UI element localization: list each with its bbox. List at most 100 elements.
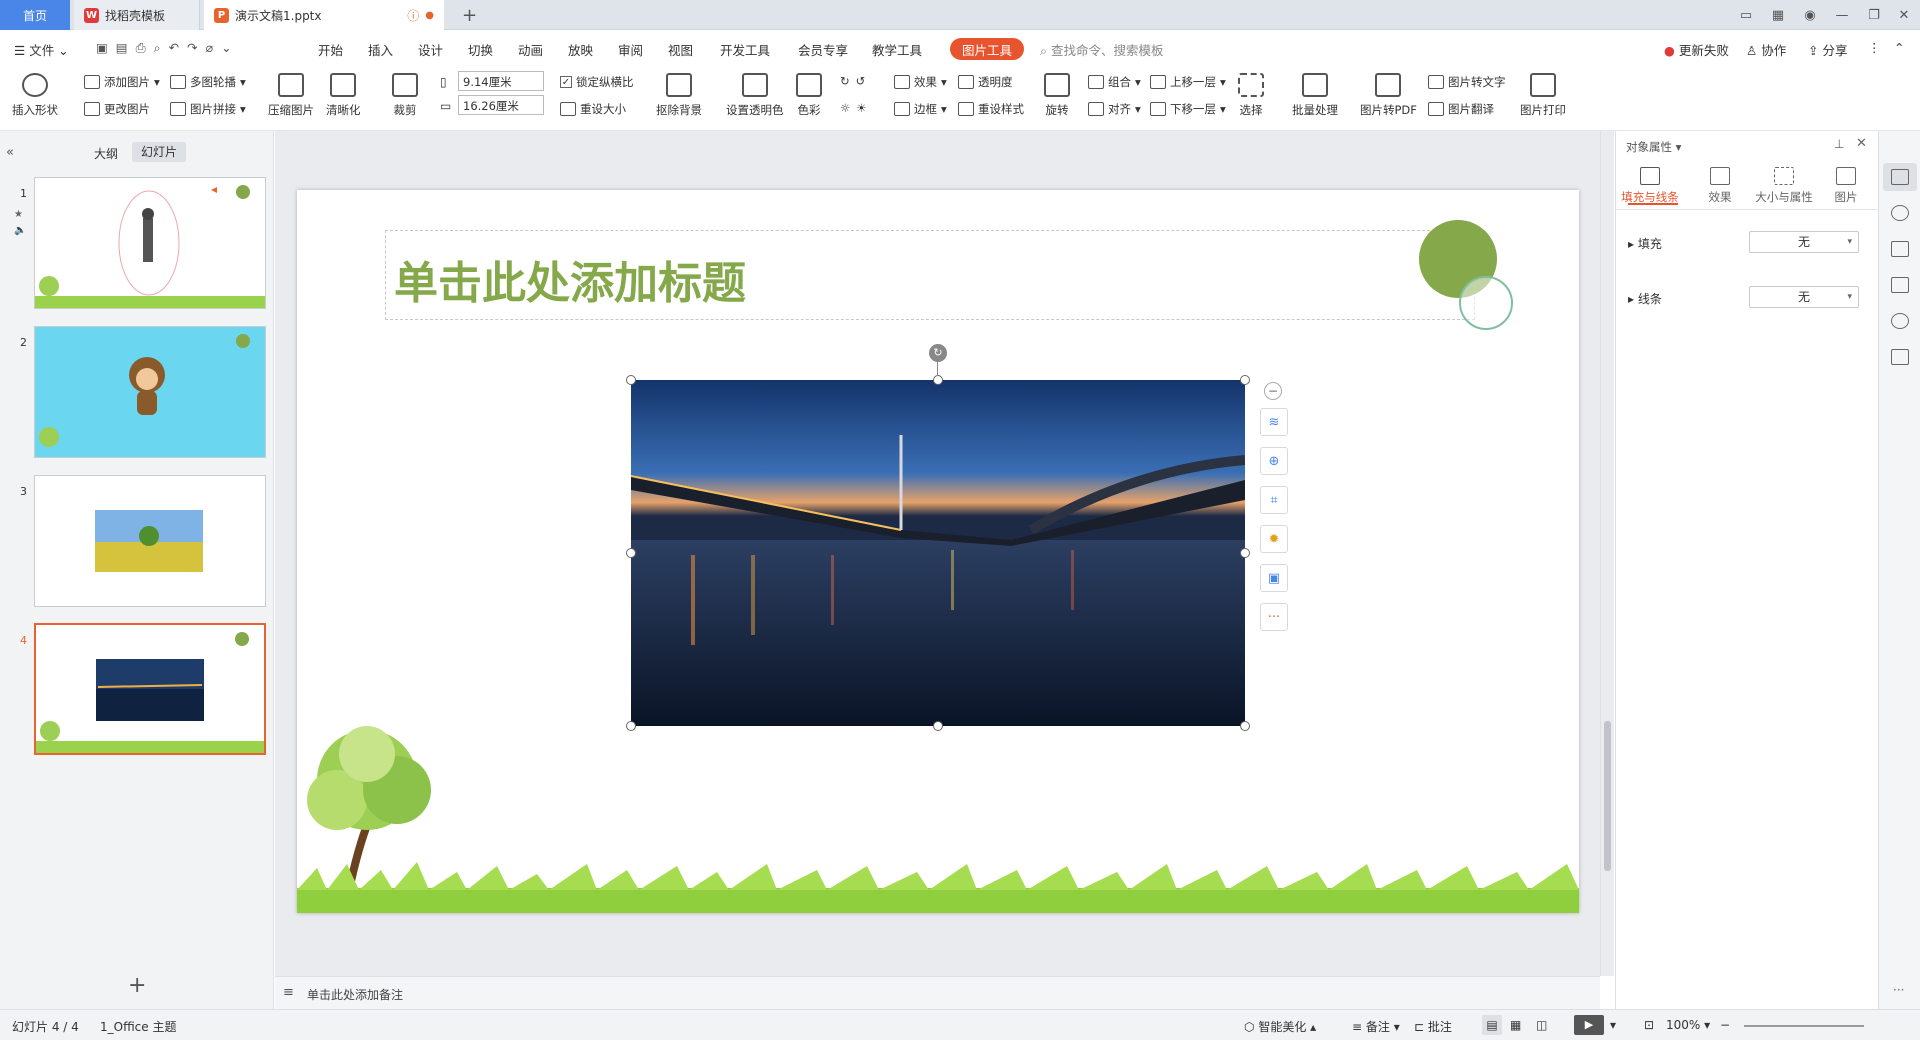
set-transparent-button[interactable]: 设置透明色 — [726, 73, 784, 118]
slide-thumbnail-2[interactable] — [34, 326, 266, 458]
fill-section-toggle[interactable]: ▸ 填充 — [1628, 235, 1662, 252]
notes-bar[interactable]: ≡ 单击此处添加备注 — [275, 976, 1600, 1009]
add-slide-button[interactable]: + — [128, 973, 146, 998]
command-search[interactable]: ⌕ 查找命令、搜索模板 — [1040, 40, 1164, 59]
resize-handle-ne[interactable] — [1240, 375, 1250, 385]
selected-picture[interactable] — [631, 380, 1245, 726]
image-icon[interactable] — [1891, 277, 1909, 293]
collab-button[interactable]: ♙ 协作 — [1746, 40, 1786, 59]
bring-forward-button[interactable]: 上移一层 ▾ — [1150, 74, 1226, 90]
resize-handle-se[interactable] — [1240, 721, 1250, 731]
zoom-in-icon[interactable]: ⊕ — [1260, 447, 1288, 475]
translate-button[interactable]: 图片翻译 — [1428, 101, 1494, 117]
tab-document[interactable]: P 演示文稿1.pptx ⓘ ● — [204, 0, 444, 30]
sharpen-button[interactable]: 清晰化 — [326, 73, 361, 118]
line-section-toggle[interactable]: ▸ 线条 — [1628, 290, 1662, 307]
copy-icon[interactable] — [1891, 241, 1909, 257]
sidebar-more-icon[interactable]: ··· — [1893, 983, 1904, 997]
menu-item-start[interactable]: 开始 — [318, 40, 343, 59]
tab-size-properties[interactable]: 大小与属性 — [1754, 167, 1814, 205]
remove-background-button[interactable]: 抠除背景 — [656, 73, 702, 118]
zoom-level[interactable]: 100% ▾ — [1666, 1018, 1710, 1032]
pin-star-icon[interactable] — [1891, 205, 1909, 221]
to-pdf-button[interactable]: 图片转PDF — [1360, 73, 1417, 118]
menu-file[interactable]: ☰ 文件 ⌄ — [14, 40, 69, 59]
menu-item-slideshow[interactable]: 放映 — [568, 40, 593, 59]
slide-thumbnail-4[interactable] — [34, 623, 266, 755]
change-picture-button[interactable]: 更改图片 — [84, 101, 150, 117]
title-placeholder[interactable]: 单击此处添加标题 — [385, 230, 1475, 320]
close-panel-icon[interactable]: ✕ — [1856, 136, 1867, 151]
avatar[interactable]: ◉ — [1794, 0, 1826, 30]
compress-picture-button[interactable]: 压缩图片 — [268, 73, 314, 118]
align-button[interactable]: 对齐 ▾ — [1088, 101, 1141, 117]
crop-icon[interactable]: ⌗ — [1260, 486, 1288, 514]
tab-effects[interactable]: 效果 — [1690, 167, 1750, 205]
more-options-icon[interactable]: ··· — [1260, 603, 1288, 631]
menu-item-member[interactable]: 会员专享 — [798, 40, 848, 59]
normal-view-icon[interactable]: ▤ — [1482, 1015, 1502, 1035]
resize-handle-nw[interactable] — [626, 375, 636, 385]
reset-size-button[interactable]: 重设大小 — [560, 101, 626, 117]
slide-thumbnail-3[interactable] — [34, 475, 266, 607]
print-picture-button[interactable]: 图片打印 — [1520, 73, 1566, 118]
more-icon[interactable]: ⋮ — [1868, 40, 1881, 55]
picture-splice-button[interactable]: 图片拼接 ▾ — [170, 101, 246, 117]
lock-ratio-checkbox[interactable]: ✓ 锁定纵横比 — [560, 74, 634, 90]
minus-icon[interactable]: − — [1264, 382, 1282, 400]
layers-icon[interactable]: ≋ — [1260, 408, 1288, 436]
close-icon[interactable]: ✕ — [1888, 0, 1920, 30]
menu-item-transition[interactable]: 切换 — [468, 40, 493, 59]
menu-item-insert[interactable]: 插入 — [368, 40, 393, 59]
width-field[interactable]: 9.14厘米 — [458, 71, 544, 91]
comments-toggle[interactable]: ⊏ 批注 — [1414, 1018, 1452, 1035]
vertical-scrollbar[interactable] — [1600, 131, 1614, 976]
resize-handle-s[interactable] — [933, 721, 943, 731]
to-text-button[interactable]: 图片转文字 — [1428, 74, 1506, 90]
reset-style-button[interactable]: 重设样式 — [958, 101, 1024, 117]
bulb-icon[interactable]: ✹ — [1260, 525, 1288, 553]
insert-shape-button[interactable]: 插入形状 — [12, 73, 58, 118]
beautify-button[interactable]: ⬡ 智能美化 ▴ — [1244, 1018, 1316, 1035]
select-button[interactable]: 选择 — [1238, 73, 1264, 118]
color-button[interactable]: 色彩 — [796, 73, 822, 118]
tab-fill-line[interactable]: 填充与线条 — [1620, 167, 1680, 205]
slide-thumbnail-1[interactable] — [34, 177, 266, 309]
resize-handle-e[interactable] — [1240, 548, 1250, 558]
fit-window-icon[interactable]: ⊡ — [1644, 1018, 1654, 1032]
share-button[interactable]: ⇪ 分享 — [1808, 40, 1847, 59]
play-button[interactable]: ▶ — [1574, 1015, 1604, 1035]
add-picture-button[interactable]: 添加图片 ▾ — [84, 74, 160, 90]
menu-item-review[interactable]: 审阅 — [618, 40, 643, 59]
zoom-slider[interactable] — [1744, 1025, 1864, 1027]
new-tab-button[interactable]: + — [452, 0, 487, 30]
tab-home[interactable]: 首页 — [0, 0, 70, 30]
update-status[interactable]: ● 更新失败 — [1664, 40, 1729, 59]
brightness-icons[interactable]: ☼☀ — [840, 101, 873, 115]
menu-item-picture-tools[interactable]: 图片工具 — [950, 38, 1024, 60]
pin-icon[interactable]: ⊥ — [1834, 137, 1844, 151]
restore-icon[interactable]: ❐ — [1858, 0, 1890, 30]
collapse-panel-icon[interactable]: « — [6, 145, 14, 160]
tab-picture[interactable]: 图片 — [1816, 167, 1876, 205]
apps-grid-icon[interactable]: ▦ — [1762, 0, 1794, 30]
panel-title[interactable]: 对象属性 ▾ — [1626, 139, 1681, 155]
tab-slides[interactable]: 幻灯片 — [132, 142, 186, 162]
theme-name[interactable]: 1_Office 主题 — [100, 1018, 176, 1035]
group-button[interactable]: 组合 ▾ — [1088, 74, 1141, 90]
zoom-out-icon[interactable]: − — [1720, 1018, 1730, 1032]
rotate-button[interactable]: 旋转 — [1044, 73, 1070, 118]
rotate-handle-icon[interactable]: ↻ — [929, 344, 947, 362]
play-options-icon[interactable]: ▾ — [1610, 1018, 1616, 1032]
height-field[interactable]: 16.26厘米 — [458, 95, 544, 115]
border-button[interactable]: 边框 ▾ — [894, 101, 947, 117]
minimize-icon[interactable]: — — [1826, 0, 1858, 30]
multi-carousel-button[interactable]: 多图轮播 ▾ — [170, 74, 246, 90]
send-backward-button[interactable]: 下移一层 ▾ — [1150, 101, 1226, 117]
book-icon[interactable] — [1891, 349, 1909, 365]
tab-outline[interactable]: 大纲 — [94, 145, 118, 162]
transparency-button[interactable]: 透明度 — [958, 74, 1013, 90]
crop-button[interactable]: 裁剪 — [392, 73, 418, 118]
location-icon[interactable] — [1891, 313, 1909, 329]
notes-toggle[interactable]: ≡ 备注 ▾ — [1352, 1018, 1400, 1035]
